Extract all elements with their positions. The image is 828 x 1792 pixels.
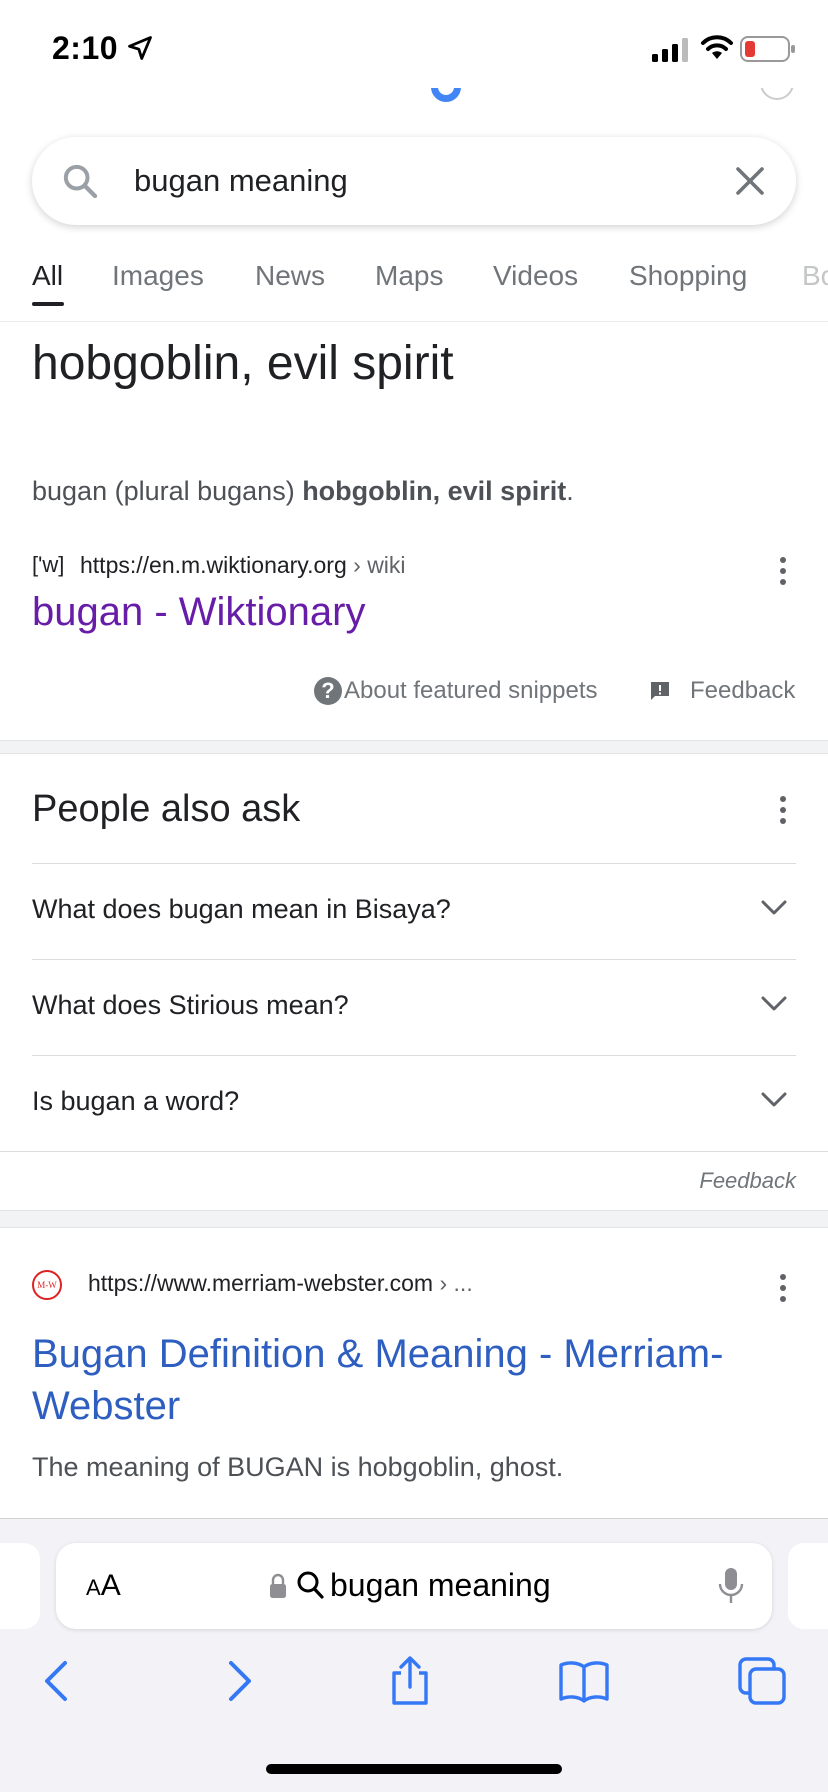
tab-maps[interactable]: Maps — [375, 260, 443, 292]
paa-question-text: Is bugan a word? — [32, 1086, 240, 1116]
about-featured-snippets-link[interactable]: ? About featured snippets — [314, 676, 598, 706]
result-source-url[interactable]: https://www.merriam-webster.com › ... — [88, 1270, 473, 1297]
address-bar[interactable]: AA bugan meaning — [56, 1543, 772, 1629]
tab-all[interactable]: All — [32, 260, 63, 292]
snippet-feedback-label: Feedback — [690, 677, 796, 704]
snippet-url-crumb: › wiki — [346, 552, 406, 578]
section-divider — [0, 740, 828, 754]
snippet-source-url[interactable]: https://en.m.wiktionary.org › wiki — [80, 552, 406, 579]
close-icon[interactable] — [732, 163, 768, 199]
result-title-link[interactable]: Bugan Definition & Meaning - Merriam-Web… — [32, 1328, 772, 1432]
paa-question[interactable]: Is bugan a word? — [32, 1055, 796, 1151]
about-featured-snippets-label: About featured snippets — [344, 677, 598, 704]
chevron-down-icon — [761, 1092, 787, 1107]
address-text[interactable]: bugan meaning — [330, 1567, 551, 1604]
snippet-feedback-button[interactable]: Feedback — [648, 676, 795, 706]
active-tab-indicator — [32, 302, 64, 306]
previous-tab-pill[interactable] — [0, 1543, 40, 1629]
status-bar: 2:10 — [0, 0, 828, 96]
forward-icon[interactable] — [212, 1655, 264, 1707]
tab-videos[interactable]: Videos — [493, 260, 578, 292]
search-input[interactable]: bugan meaning — [134, 163, 348, 199]
paa-bottom-divider — [0, 1151, 828, 1152]
battery-icon — [740, 36, 795, 62]
snippet-text-suffix: . — [566, 476, 574, 506]
wiktionary-favicon: ['w] — [32, 552, 65, 577]
merriam-webster-favicon: M-W — [32, 1270, 62, 1300]
help-icon: ? — [314, 677, 342, 705]
account-avatar-partial[interactable] — [760, 88, 794, 102]
search-icon[interactable] — [60, 161, 100, 201]
tab-shopping[interactable]: Shopping — [629, 260, 747, 292]
chevron-down-icon — [761, 996, 787, 1011]
cellular-signal-icon — [652, 38, 688, 62]
snippet-url-domain: https://en.m.wiktionary.org — [80, 552, 347, 578]
search-box[interactable]: bugan meaning — [32, 137, 796, 225]
back-icon[interactable] — [32, 1655, 84, 1707]
paa-feedback-link[interactable]: Feedback — [699, 1168, 796, 1194]
reader-options-button[interactable]: AA — [86, 1569, 121, 1603]
snippet-more-options-icon[interactable] — [778, 557, 788, 587]
bookmarks-icon[interactable] — [558, 1655, 610, 1707]
snippet-text: bugan (plural bugans) hobgoblin, evil sp… — [32, 476, 574, 507]
lock-icon — [270, 1573, 286, 1598]
tab-images[interactable]: Images — [112, 260, 204, 292]
tab-news[interactable]: News — [255, 260, 325, 292]
status-time: 2:10 — [52, 30, 119, 66]
paa-question[interactable]: What does Stirious mean? — [32, 959, 796, 1055]
safari-toolbar: AA bugan meaning — [0, 1518, 828, 1792]
location-arrow-icon — [128, 36, 152, 60]
chevron-down-icon — [761, 900, 787, 915]
section-divider — [0, 1210, 828, 1228]
paa-question-text: What does Stirious mean? — [32, 990, 349, 1020]
snippet-text-prefix: bugan (plural bugans) — [32, 476, 303, 506]
result-url-crumb: › ... — [433, 1270, 473, 1296]
microphone-icon[interactable] — [718, 1567, 744, 1605]
wifi-icon — [701, 35, 733, 59]
result-more-options-icon[interactable] — [778, 1274, 788, 1304]
share-icon[interactable] — [384, 1655, 436, 1707]
snippet-result-link[interactable]: bugan - Wiktionary — [32, 590, 365, 635]
google-logo-partial — [428, 88, 464, 104]
result-description: The meaning of BUGAN is hobgoblin, ghost… — [32, 1452, 564, 1482]
people-also-ask-title: People also ask — [32, 788, 301, 830]
paa-more-options-icon[interactable] — [778, 796, 788, 826]
tab-books-partial[interactable]: Bo — [802, 260, 828, 292]
feedback-icon — [651, 682, 669, 700]
paa-question-text: What does bugan mean in Bisaya? — [32, 894, 451, 924]
search-tabs: All Images News Maps Videos Shopping Bo — [0, 252, 828, 322]
result-url-domain: https://www.merriam-webster.com — [88, 1270, 434, 1296]
tabs-icon[interactable] — [736, 1655, 788, 1707]
home-indicator[interactable] — [266, 1764, 562, 1774]
paa-question[interactable]: What does bugan mean in Bisaya? — [32, 863, 796, 959]
snippet-text-bold: hobgoblin, evil spirit — [302, 476, 567, 506]
snippet-heading: hobgoblin, evil spirit — [32, 337, 454, 390]
next-tab-pill[interactable] — [788, 1543, 828, 1629]
search-icon — [297, 1571, 324, 1599]
